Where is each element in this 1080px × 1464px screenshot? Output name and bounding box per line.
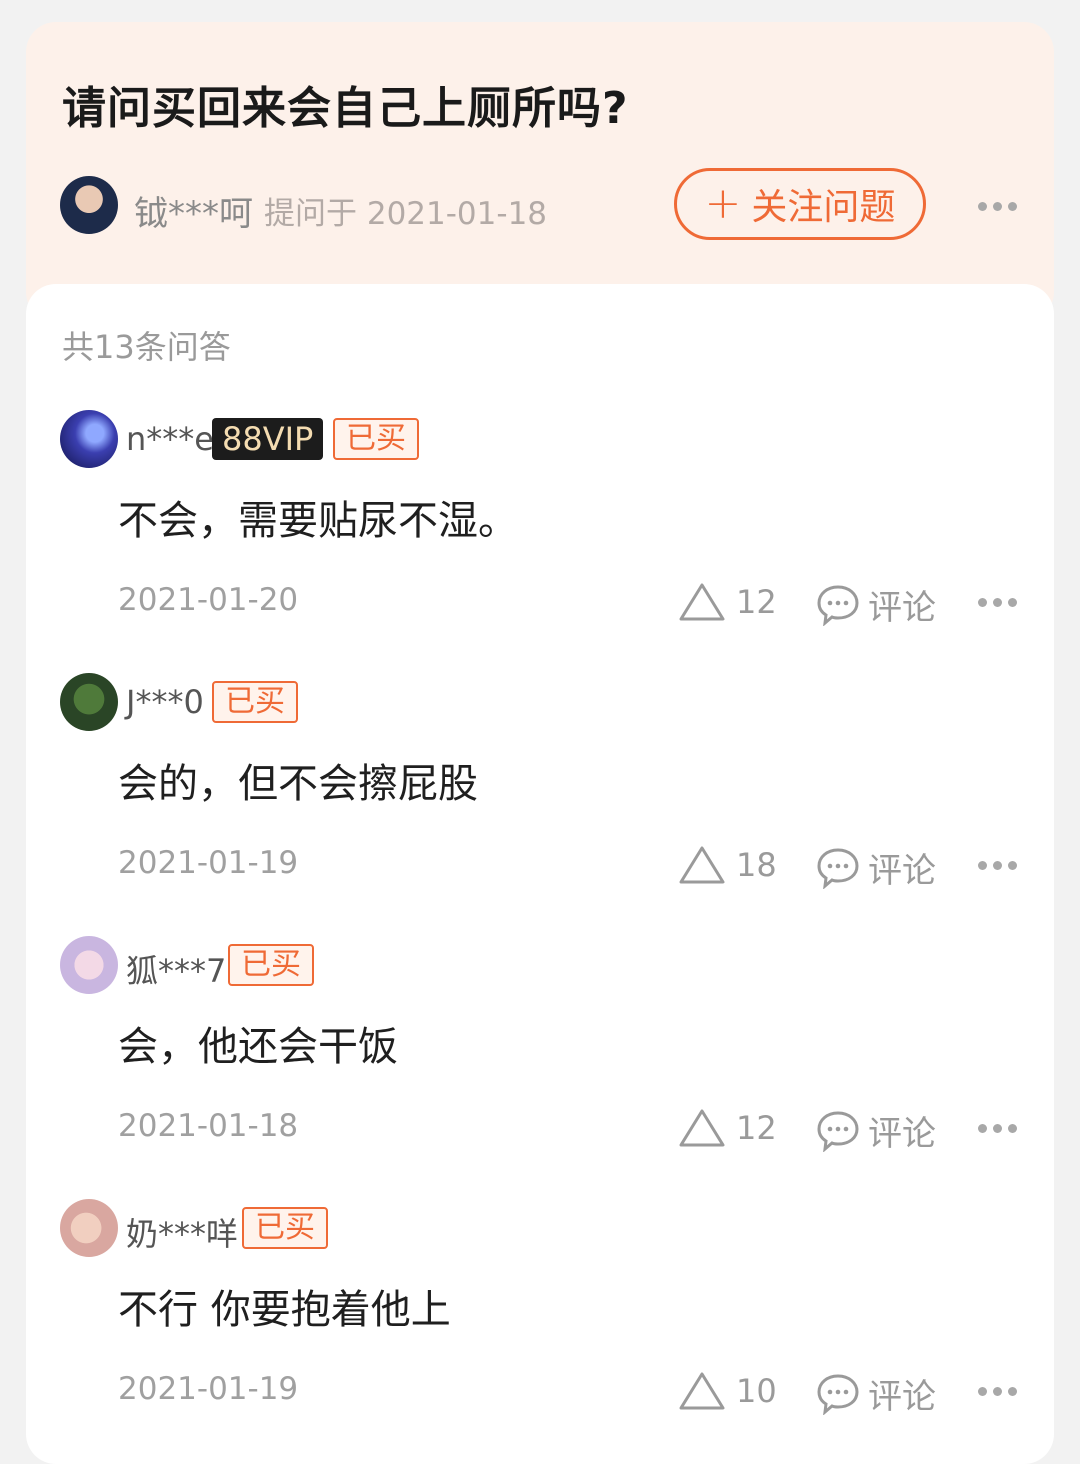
question-title: 请问买回来会自己上厕所吗? <box>62 83 629 134</box>
follow-label: 关注问题 <box>751 187 896 228</box>
answer-username[interactable]: J***0 <box>126 683 204 721</box>
avatar[interactable] <box>60 673 118 731</box>
like-count: 12 <box>736 1109 777 1147</box>
bought-badge: 已买 <box>228 944 314 986</box>
answer-date: 2021-01-19 <box>118 845 299 881</box>
asker-row: 钺***呵 提问于 2021-01-18 + 关注问题 <box>60 168 1040 240</box>
bought-badge: 已买 <box>333 418 419 460</box>
comment-button[interactable]: 评论 <box>816 1369 936 1418</box>
like-button[interactable]: 10 <box>678 1371 777 1411</box>
comment-label: 评论 <box>868 588 936 628</box>
comment-label: 评论 <box>868 1377 936 1417</box>
avatar[interactable] <box>60 936 118 994</box>
more-icon[interactable] <box>978 202 1017 211</box>
comment-bubble-icon <box>817 584 859 626</box>
answer-item: J***0 已买 会的，但不会擦屁股 2021-01-19 18 评论 <box>26 673 1054 935</box>
like-count: 10 <box>736 1372 777 1410</box>
more-icon[interactable] <box>978 598 1017 607</box>
answer-username[interactable]: 狐***7 <box>126 946 226 992</box>
answer-text: 不会，需要贴尿不湿。 <box>118 498 518 544</box>
answer-text: 会，他还会干饭 <box>118 1024 398 1070</box>
bought-badge: 已买 <box>212 681 298 723</box>
like-button[interactable]: 18 <box>678 845 777 885</box>
answer-date: 2021-01-20 <box>118 582 299 618</box>
answer-item: n***e 88VIP 已买 不会，需要贴尿不湿。 2021-01-20 12 … <box>26 410 1054 672</box>
answer-item: 狐***7 已买 会，他还会干饭 2021-01-18 12 评论 <box>26 936 1054 1198</box>
answer-date: 2021-01-18 <box>118 1108 299 1144</box>
comment-button[interactable]: 评论 <box>816 1106 936 1155</box>
more-icon[interactable] <box>978 1387 1017 1396</box>
like-triangle-icon <box>679 846 725 884</box>
more-icon[interactable] <box>978 861 1017 870</box>
like-triangle-icon <box>679 1109 725 1147</box>
follow-question-button[interactable]: + 关注问题 <box>674 168 926 240</box>
answer-date: 2021-01-19 <box>118 1371 299 1407</box>
comment-bubble-icon <box>817 1373 859 1415</box>
answer-text: 不行 你要抱着他上 <box>118 1287 451 1333</box>
plus-icon: + <box>704 178 742 229</box>
like-count: 18 <box>736 846 777 884</box>
comment-button[interactable]: 评论 <box>816 843 936 892</box>
more-icon[interactable] <box>978 1124 1017 1133</box>
like-triangle-icon <box>679 1372 725 1410</box>
comment-label: 评论 <box>868 851 936 891</box>
answer-count: 共13条问答 <box>62 328 231 366</box>
comment-bubble-icon <box>817 1110 859 1152</box>
avatar[interactable] <box>60 1199 118 1257</box>
bought-badge: 已买 <box>242 1207 328 1249</box>
like-triangle-icon <box>679 583 725 621</box>
avatar[interactable] <box>60 410 118 468</box>
answers-list: 共13条问答 n***e 88VIP 已买 不会，需要贴尿不湿。 2021-01… <box>26 284 1054 1464</box>
answer-username[interactable]: n***e <box>126 420 214 458</box>
vip-badge: 88VIP <box>212 418 324 460</box>
comment-label: 评论 <box>868 1114 936 1154</box>
like-button[interactable]: 12 <box>678 1108 777 1148</box>
answer-text: 会的，但不会擦屁股 <box>118 761 478 807</box>
comment-button[interactable]: 评论 <box>816 580 936 629</box>
asker-name[interactable]: 钺***呵 <box>134 186 253 235</box>
comment-bubble-icon <box>817 847 859 889</box>
answer-item: 奶***咩 已买 不行 你要抱着他上 2021-01-19 10 评论 <box>26 1199 1054 1461</box>
answer-username[interactable]: 奶***咩 <box>126 1209 238 1255</box>
asker-avatar[interactable] <box>60 176 118 234</box>
asked-date: 提问于 2021-01-18 <box>264 196 548 232</box>
like-button[interactable]: 12 <box>678 582 777 622</box>
like-count: 12 <box>736 583 777 621</box>
